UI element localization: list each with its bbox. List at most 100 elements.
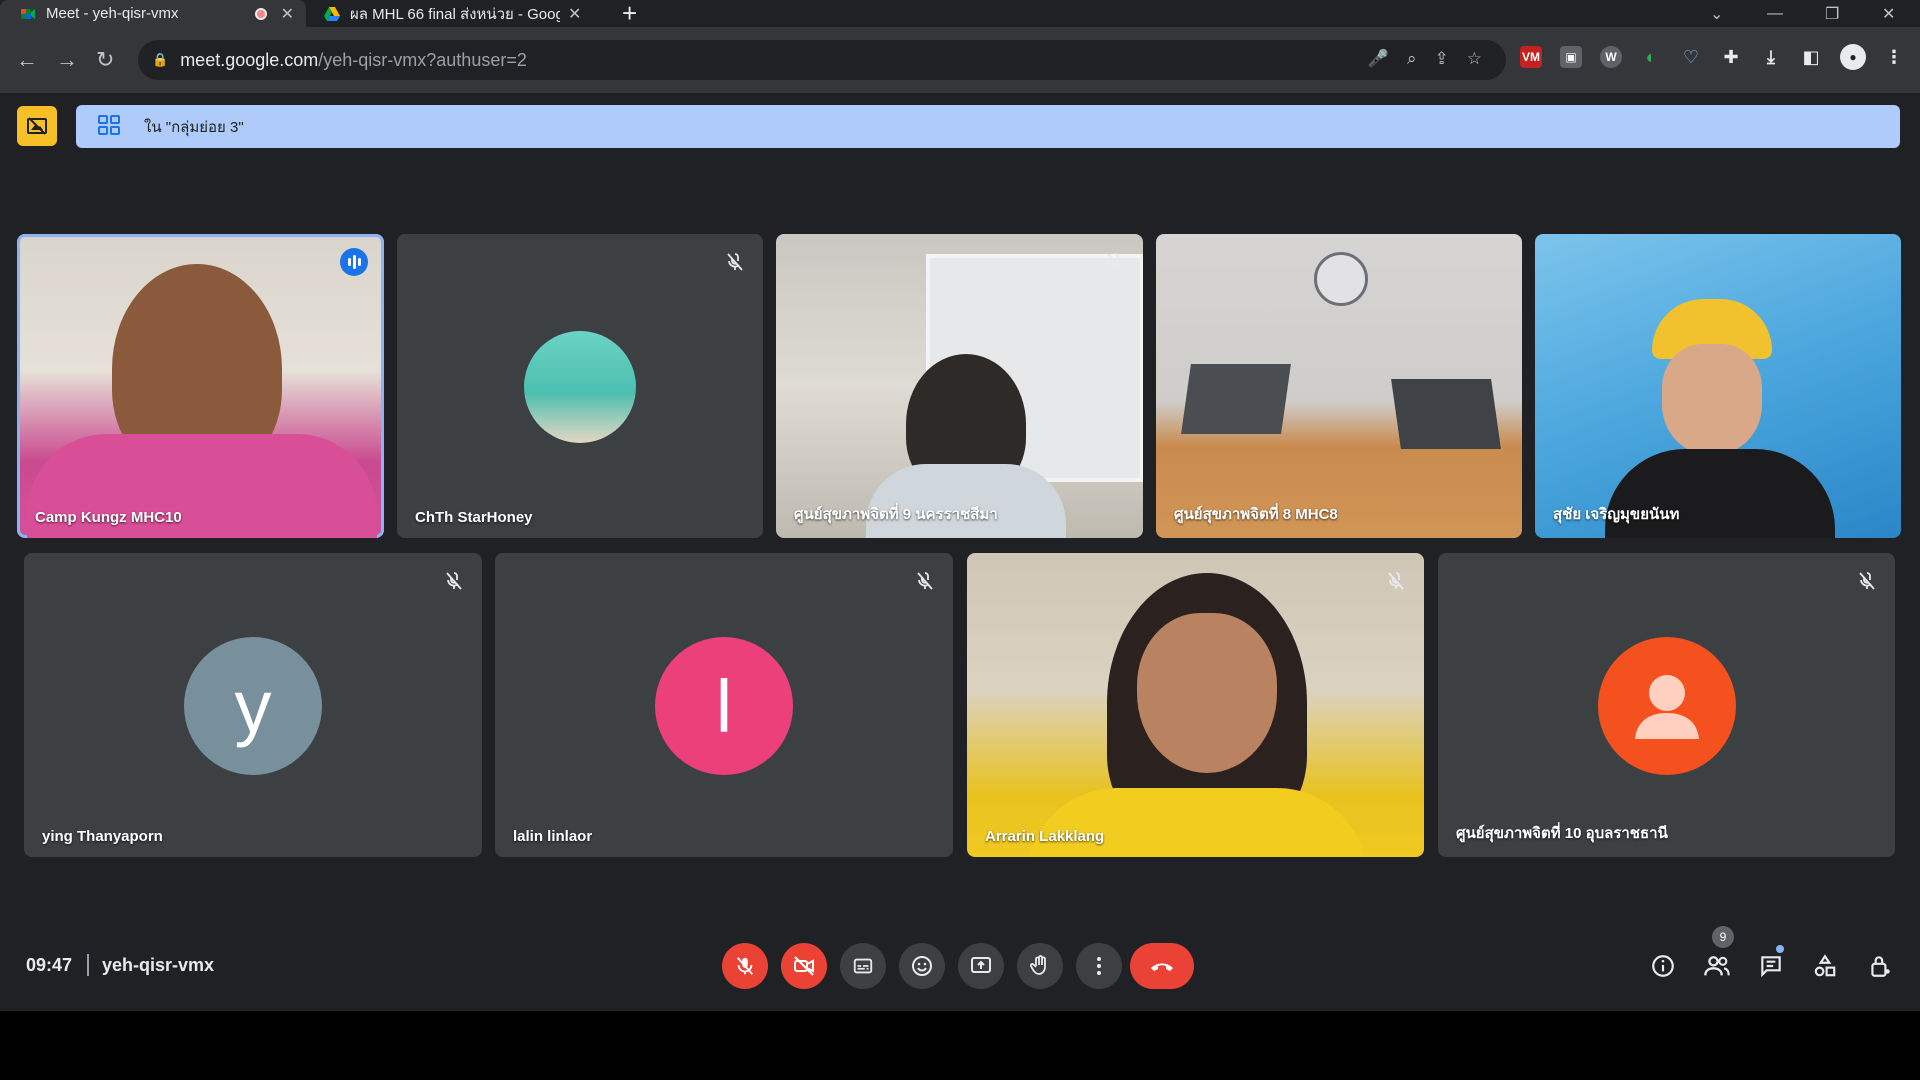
download-icon[interactable]: ⤓ bbox=[1760, 46, 1782, 68]
drive-icon bbox=[324, 6, 340, 22]
avatar-letter: l bbox=[715, 664, 733, 748]
side-panel-icon[interactable]: ◧ bbox=[1800, 46, 1822, 68]
meet-stage: ใน "กลุ่มย่อย 3" Camp Kungz MHC10 ChTh S… bbox=[0, 93, 1920, 1011]
grid-icon bbox=[98, 114, 120, 140]
video-feed-laptop-2 bbox=[1391, 379, 1501, 449]
participant-tile-lalin-linlaor[interactable]: l lalin linlaor bbox=[495, 553, 953, 857]
people-icon bbox=[1704, 956, 1730, 976]
extension-vm-icon[interactable]: VM bbox=[1520, 46, 1542, 68]
participant-tile-suchai[interactable]: สุชัย เจริญมุขยนันท bbox=[1535, 234, 1901, 538]
mic-toggle-button[interactable] bbox=[722, 943, 768, 989]
mic-off-icon bbox=[446, 572, 462, 590]
back-icon[interactable]: ← bbox=[16, 47, 38, 73]
mic-off-icon bbox=[917, 572, 933, 590]
browser-tab-strip: Meet - yeh-qisr-vmx ✕ ผล MHL 66 final ส่… bbox=[0, 0, 1920, 29]
divider bbox=[87, 954, 89, 976]
info-icon bbox=[1652, 955, 1674, 977]
mic-off-icon bbox=[1107, 253, 1123, 271]
participant-tile-chth-starhoney[interactable]: ChTh StarHoney bbox=[397, 234, 763, 538]
meeting-time: 09:47 bbox=[26, 955, 73, 975]
video-feed bbox=[1137, 613, 1277, 773]
participant-tile-ying-thanyaporn[interactable]: y ying Thanyaporn bbox=[24, 553, 482, 857]
avatar bbox=[1598, 637, 1736, 775]
tab-search-icon[interactable]: ⌄ bbox=[1710, 0, 1723, 27]
restore-button[interactable]: ❐ bbox=[1825, 0, 1839, 27]
wall-emblem bbox=[1314, 252, 1368, 306]
captions-icon bbox=[853, 958, 873, 974]
participant-tile-mhc10[interactable]: ศูนย์สุขภาพจิตที่ 10 อุบลราชธานี bbox=[1438, 553, 1895, 857]
captions-button[interactable] bbox=[840, 943, 886, 989]
participant-tile-camp-kungz[interactable]: Camp Kungz MHC10 bbox=[17, 234, 384, 538]
tab-drive-sheet[interactable]: ผล MHL 66 final ส่งหน่วย - Googl ✕ bbox=[306, 0, 606, 27]
people-button[interactable] bbox=[1701, 950, 1733, 982]
chat-notification-dot bbox=[1776, 945, 1784, 953]
minimize-button[interactable]: — bbox=[1767, 0, 1783, 27]
chat-icon bbox=[1761, 956, 1781, 978]
extension-color-icon[interactable]: ◐ bbox=[1640, 46, 1662, 68]
leave-call-button[interactable] bbox=[1130, 943, 1194, 989]
camera-toggle-button[interactable] bbox=[781, 943, 827, 989]
extensions-puzzle-icon[interactable]: ✚ bbox=[1720, 46, 1742, 68]
speaking-indicator-icon bbox=[340, 248, 368, 276]
url-text: meet.google.com/yeh-qisr-vmx?authuser=2 bbox=[180, 49, 527, 70]
meeting-info-button[interactable] bbox=[1647, 950, 1679, 982]
avatar: l bbox=[655, 637, 793, 775]
lock-icon[interactable]: 🔒 bbox=[152, 52, 168, 68]
reload-icon[interactable]: ↻ bbox=[96, 47, 114, 73]
extension-screen-icon[interactable]: ▣ bbox=[1560, 46, 1582, 68]
video-feed-body bbox=[1027, 788, 1367, 857]
share-icon[interactable]: ⇪ bbox=[1435, 49, 1449, 69]
activities-button[interactable] bbox=[1809, 950, 1841, 982]
mic-off-icon bbox=[736, 957, 754, 975]
breakout-room-icon[interactable] bbox=[17, 106, 57, 146]
mic-off-icon bbox=[1388, 572, 1404, 590]
more-options-button[interactable] bbox=[1076, 943, 1122, 989]
browser-toolbar: ← → ↻ 🔒 meet.google.com/yeh-qisr-vmx?aut… bbox=[0, 27, 1920, 93]
video-feed-body bbox=[866, 464, 1066, 538]
close-tab-icon[interactable]: ✕ bbox=[568, 4, 581, 24]
participant-count-badge: 9 bbox=[1712, 926, 1734, 948]
video-feed bbox=[1662, 344, 1762, 454]
meet-icon bbox=[20, 6, 36, 22]
participant-tile-arrarin-lakklang[interactable]: Arrarin Lakklang bbox=[967, 553, 1424, 857]
breakout-banner: ใน "กลุ่มย่อย 3" bbox=[76, 105, 1900, 148]
present-screen-icon bbox=[971, 957, 991, 973]
more-vert-icon bbox=[1097, 957, 1101, 975]
microphone-icon[interactable]: 🎤 bbox=[1368, 49, 1389, 69]
end-call-icon bbox=[1151, 963, 1173, 971]
participant-tile-mhc9[interactable]: ศูนย์สุขภาพจิตที่ 9 นครราชสีมา bbox=[776, 234, 1143, 538]
zoom-icon[interactable]: ⌕ bbox=[1407, 49, 1417, 69]
activities-icon bbox=[1814, 954, 1836, 977]
address-bar[interactable]: 🔒 meet.google.com/yeh-qisr-vmx?authuser=… bbox=[138, 40, 1506, 80]
close-tab-icon[interactable]: ✕ bbox=[281, 4, 294, 24]
mic-off-icon bbox=[727, 253, 743, 271]
emoji-icon bbox=[912, 956, 932, 976]
host-controls-button[interactable] bbox=[1864, 950, 1896, 982]
forward-icon[interactable]: → bbox=[56, 47, 78, 73]
present-button[interactable] bbox=[958, 943, 1004, 989]
hand-icon bbox=[1030, 955, 1046, 975]
reactions-button[interactable] bbox=[899, 943, 945, 989]
video-feed-laptop bbox=[1181, 364, 1291, 434]
bookmark-star-icon[interactable]: ☆ bbox=[1467, 49, 1482, 69]
avatar bbox=[524, 331, 636, 443]
tab-meet[interactable]: Meet - yeh-qisr-vmx ✕ bbox=[0, 0, 306, 27]
new-tab-button[interactable]: + bbox=[622, 0, 637, 29]
extension-shield-icon[interactable]: ♡ bbox=[1680, 46, 1702, 68]
chat-button[interactable] bbox=[1755, 950, 1787, 982]
menu-kebab-icon[interactable]: ⋮ bbox=[1883, 46, 1905, 68]
avatar: y bbox=[184, 637, 322, 775]
close-window-button[interactable]: ✕ bbox=[1882, 0, 1895, 27]
profile-avatar[interactable]: ● bbox=[1840, 44, 1866, 70]
meeting-code: yeh-qisr-vmx bbox=[102, 955, 215, 975]
person-icon bbox=[1635, 675, 1699, 739]
breakout-room-label: ใน "กลุ่มย่อย 3" bbox=[144, 118, 244, 136]
participant-tile-mhc8[interactable]: ศูนย์สุขภาพจิตที่ 8 MHC8 bbox=[1156, 234, 1522, 538]
camera-off-icon bbox=[794, 956, 814, 976]
extension-w-icon[interactable]: W bbox=[1600, 46, 1622, 68]
lock-person-icon bbox=[1871, 956, 1890, 977]
raise-hand-button[interactable] bbox=[1017, 943, 1063, 989]
recording-icon bbox=[254, 7, 267, 20]
mic-off-icon bbox=[1859, 572, 1875, 590]
avatar-letter: y bbox=[234, 664, 272, 748]
